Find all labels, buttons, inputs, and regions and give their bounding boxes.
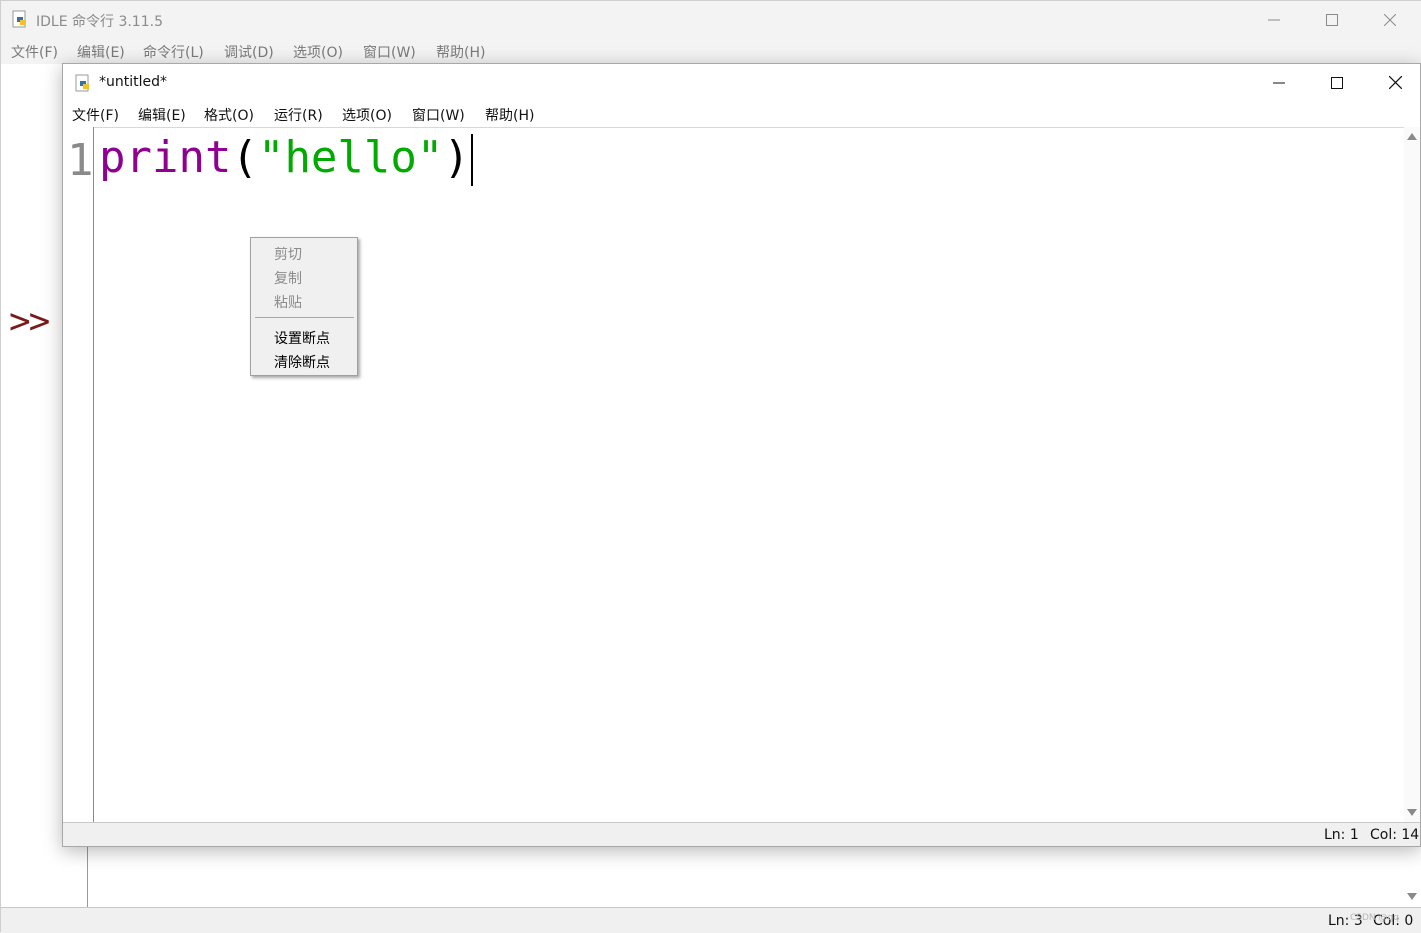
editor-menu-edit[interactable]: 编辑(E)	[138, 105, 186, 125]
text-caret	[470, 134, 473, 186]
scroll-down-arrow-icon[interactable]	[1407, 893, 1417, 900]
minimize-icon	[1268, 19, 1280, 20]
ctx-copy[interactable]: 复制	[274, 268, 302, 288]
ctx-separator	[255, 317, 354, 318]
editor-menu-window[interactable]: 窗口(W)	[412, 105, 465, 125]
code-open-paren: (	[231, 132, 258, 183]
shell-scrollbar[interactable]	[1404, 846, 1418, 906]
editor-menu-options[interactable]: 选项(O)	[342, 105, 392, 125]
editor-menu-run[interactable]: 运行(R)	[274, 105, 323, 125]
editor-scrollbar[interactable]	[1404, 127, 1420, 822]
shell-menu-options[interactable]: 选项(O)	[293, 42, 343, 62]
scroll-up-arrow-icon[interactable]	[1407, 133, 1417, 140]
python-file-icon	[75, 74, 89, 92]
context-menu: 剪切 复制 粘贴 设置断点 清除断点	[250, 237, 358, 376]
shell-title: IDLE 命令行 3.11.5	[36, 14, 163, 30]
ctx-cut[interactable]: 剪切	[274, 244, 302, 264]
shell-menu-shell[interactable]: 命令行(L)	[143, 42, 204, 62]
editor-menu-help[interactable]: 帮助(H)	[485, 105, 534, 125]
shell-prompt: >>	[9, 301, 50, 342]
editor-menu-file[interactable]: 文件(F)	[72, 105, 119, 125]
code-string-token: "hello"	[257, 132, 444, 183]
editor-title: *untitled*	[99, 74, 168, 90]
maximize-button[interactable]	[1303, 1, 1361, 38]
maximize-icon	[1326, 13, 1338, 26]
shell-menubar: 文件(F) 编辑(E) 命令行(L) 调试(D) 选项(O) 窗口(W) 帮助(…	[1, 38, 1421, 64]
editor-text-area[interactable]	[63, 127, 1404, 822]
editor-close-button[interactable]	[1366, 64, 1421, 101]
close-button[interactable]	[1361, 1, 1419, 38]
scroll-down-arrow-icon[interactable]	[1407, 809, 1417, 816]
close-icon	[1384, 13, 1396, 26]
shell-titlebar[interactable]: IDLE 命令行 3.11.5	[1, 1, 1421, 38]
editor-minimize-button[interactable]	[1250, 64, 1308, 101]
ctx-clear-breakpoint[interactable]: 清除断点	[274, 352, 330, 372]
line-number-gutter	[63, 127, 94, 822]
maximize-icon	[1331, 76, 1343, 89]
editor-status-line: Ln: 1	[1324, 827, 1359, 843]
shell-menu-window[interactable]: 窗口(W)	[363, 42, 416, 62]
editor-window: *untitled* 文件(F) 编辑(E) 格式(O) 运行(R) 选项(O)…	[62, 63, 1421, 847]
minimize-icon	[1273, 82, 1285, 83]
shell-menu-edit[interactable]: 编辑(E)	[77, 42, 125, 62]
minimize-button[interactable]	[1245, 1, 1303, 38]
shell-statusbar: Ln: 3 Col: 0	[1, 907, 1421, 933]
close-icon	[1388, 76, 1402, 89]
editor-menu-format[interactable]: 格式(O)	[204, 105, 254, 125]
shell-menu-debug[interactable]: 调试(D)	[224, 42, 274, 62]
editor-menubar: 文件(F) 编辑(E) 格式(O) 运行(R) 选项(O) 窗口(W) 帮助(H…	[63, 101, 1420, 127]
watermark: CSDN @qq	[1350, 913, 1399, 923]
python-file-icon	[12, 10, 26, 28]
editor-statusbar: Ln: 1 Col: 14	[63, 822, 1420, 846]
ctx-set-breakpoint[interactable]: 设置断点	[274, 328, 330, 348]
shell-menu-help[interactable]: 帮助(H)	[436, 42, 485, 62]
shell-menu-file[interactable]: 文件(F)	[11, 42, 58, 62]
editor-maximize-button[interactable]	[1308, 64, 1366, 101]
editor-titlebar[interactable]: *untitled*	[63, 64, 1420, 101]
line-number: 1	[67, 135, 94, 186]
code-builtin-token: print	[99, 132, 232, 183]
code-close-paren: )	[443, 132, 470, 183]
ctx-paste[interactable]: 粘贴	[274, 292, 302, 312]
code-line[interactable]: print("hello")	[99, 130, 473, 186]
editor-status-col: Col: 14	[1370, 827, 1420, 843]
